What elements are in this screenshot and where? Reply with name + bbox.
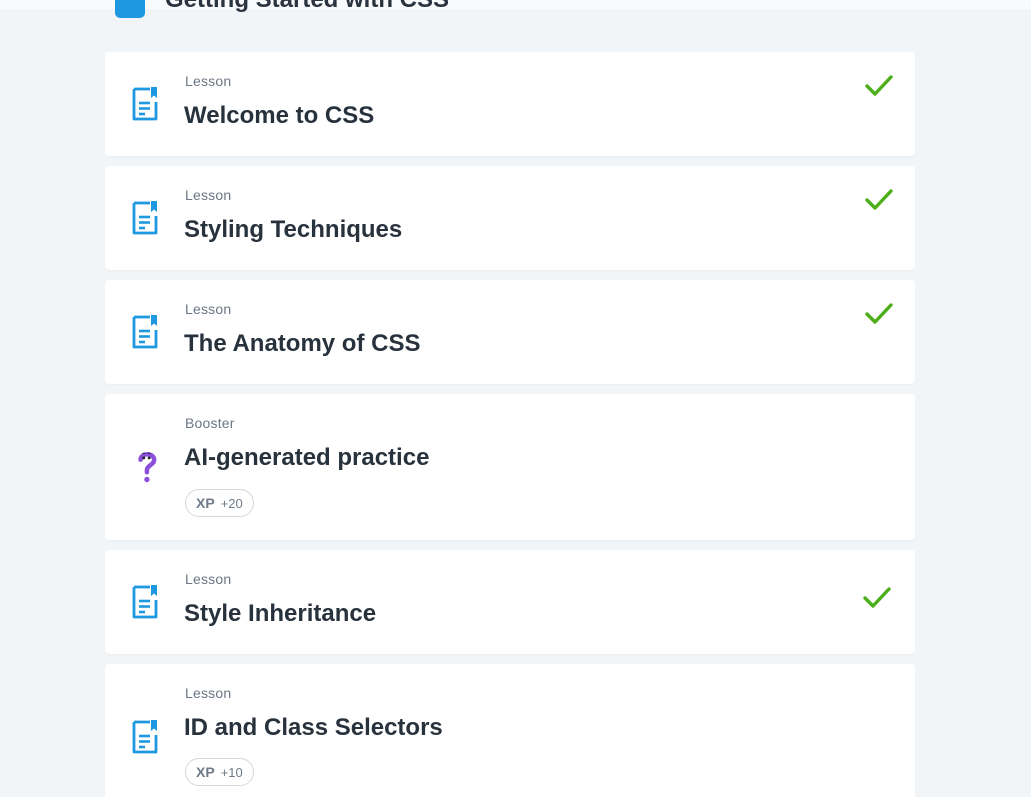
lesson-document-icon [132, 720, 158, 754]
xp-label: XP [196, 495, 215, 511]
xp-value: +10 [220, 764, 243, 780]
xp-label: XP [196, 764, 215, 780]
xp-badge: XP +10 [185, 758, 254, 786]
item-type-label: Booster [185, 415, 235, 431]
lesson-document-icon [132, 315, 158, 349]
lesson-document-icon [132, 87, 158, 121]
completed-check-icon [865, 75, 893, 96]
item-title: Style Inheritance [184, 600, 377, 627]
item-title: AI-generated practice [184, 444, 430, 471]
item-type-label: Lesson [185, 685, 232, 701]
lesson-document-icon [132, 585, 158, 619]
item-title: Styling Techniques [184, 216, 403, 243]
completed-check-icon [865, 189, 893, 210]
xp-badge: XP +20 [185, 489, 254, 517]
item-type-label: Lesson [185, 301, 232, 317]
lesson-card[interactable]: Lesson The Anatomy of CSS [105, 280, 915, 384]
lesson-card[interactable]: Lesson ID and Class Selectors XP +10 [105, 664, 915, 797]
xp-value: +20 [220, 495, 243, 511]
item-title: Welcome to CSS [184, 102, 375, 129]
lesson-list: Lesson Welcome to CSS Lesson Styling Tec… [105, 52, 915, 797]
completed-check-icon [865, 303, 893, 324]
booster-card[interactable]: Booster AI-generated practice XP +20 [105, 394, 915, 540]
item-title: The Anatomy of CSS [184, 330, 421, 357]
completed-check-icon [863, 587, 891, 608]
lesson-card[interactable]: Lesson Welcome to CSS [105, 52, 915, 156]
question-mark-icon [138, 452, 157, 483]
module-title: Getting Started with CSS [165, 0, 449, 14]
lesson-document-icon [132, 201, 158, 235]
item-title: ID and Class Selectors [184, 714, 443, 741]
lesson-card[interactable]: Lesson Styling Techniques [105, 166, 915, 270]
module-icon [115, 0, 145, 18]
item-type-label: Lesson [185, 187, 232, 203]
item-type-label: Lesson [185, 73, 232, 89]
lesson-card[interactable]: Lesson Style Inheritance [105, 550, 915, 654]
course-page: Getting Started with CSS Lesson Welcome … [0, 0, 1031, 797]
item-type-label: Lesson [185, 571, 232, 587]
module-header [0, 0, 1031, 11]
